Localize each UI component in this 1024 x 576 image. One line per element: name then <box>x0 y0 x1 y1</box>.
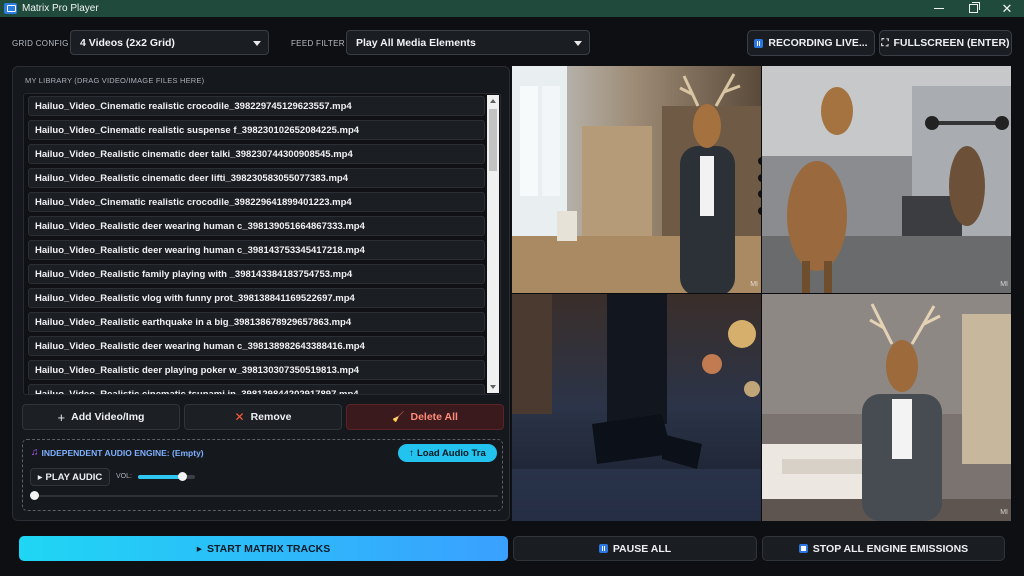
list-item[interactable]: Hailuo_Video_Realistic earthquake in a b… <box>28 312 485 332</box>
upload-icon: ↑ <box>409 447 414 459</box>
grid-config-value: 4 Videos (2x2 Grid) <box>80 36 175 49</box>
delete-all-label: Delete All <box>410 411 458 423</box>
audio-engine-status: INDEPENDENT AUDIO ENGINE: (Empty) <box>41 447 204 458</box>
watermark-label: MI <box>1000 509 1008 516</box>
pause-all-label: PAUSE ALL <box>612 542 672 555</box>
audio-engine-panel: ♫ INDEPENDENT AUDIO ENGINE: (Empty) ↑ Lo… <box>22 439 503 511</box>
audio-engine-title: ♫ INDEPENDENT AUDIO ENGINE: (Empty) <box>31 447 204 458</box>
list-scrollbar[interactable] <box>487 95 499 393</box>
play-audio-label: PLAY AUDIC <box>45 471 103 483</box>
volume-handle[interactable] <box>178 472 188 481</box>
list-item[interactable]: Hailuo_Video_Realistic cinematic deer li… <box>28 168 485 188</box>
window-title: Matrix Pro Player <box>22 3 99 14</box>
start-matrix-label: START MATRIX TRACKS <box>207 542 331 555</box>
feed-filter-select[interactable]: Play All Media Elements <box>346 30 590 55</box>
pause-icon <box>598 544 608 553</box>
list-item[interactable]: Hailuo_Video_Realistic family playing wi… <box>28 264 485 284</box>
pause-icon <box>754 38 764 48</box>
video-tile-2[interactable]: MI <box>762 66 1011 293</box>
video-frame-deer-bedroom <box>762 294 1011 521</box>
scroll-up-icon[interactable] <box>490 99 496 103</box>
window-controls: ✕ <box>922 0 1024 17</box>
library-label: MY LIBRARY (DRAG VIDEO/IMAGE FILES HERE) <box>25 76 205 85</box>
stop-all-label: STOP ALL ENGINE EMISSIONS <box>812 542 969 555</box>
library-list[interactable]: Hailuo_Video_Cinematic realistic crocodi… <box>23 93 501 395</box>
close-button[interactable]: ✕ <box>990 0 1024 17</box>
grid-config-select[interactable]: 4 Videos (2x2 Grid) <box>70 30 269 55</box>
maximize-button[interactable] <box>956 0 990 17</box>
list-item[interactable]: Hailuo_Video_Realistic cinematic tsunami… <box>28 384 485 394</box>
stop-all-button[interactable]: STOP ALL ENGINE EMISSIONS <box>762 536 1005 561</box>
title-bar: Matrix Pro Player ✕ <box>0 0 1024 17</box>
remove-icon: ✕ <box>234 410 245 424</box>
video-tile-4[interactable]: MI <box>762 294 1011 521</box>
fullscreen-button[interactable]: ⛶ FULLSCREEN (ENTER) <box>879 30 1012 56</box>
feed-filter-value: Play All Media Elements <box>356 36 476 49</box>
close-icon: ✕ <box>1001 0 1013 16</box>
remove-button[interactable]: ✕ Remove <box>184 404 342 430</box>
volume-fill <box>138 475 183 479</box>
app-icon <box>4 3 17 14</box>
watermark-label: MI <box>1000 281 1008 288</box>
list-item[interactable]: Hailuo_Video_Realistic cinematic deer ta… <box>28 144 485 164</box>
restore-icon <box>968 2 980 13</box>
plus-icon: + <box>57 409 66 425</box>
feed-filter-label: FEED FILTER <box>291 39 345 48</box>
pause-all-button[interactable]: PAUSE ALL <box>513 536 757 561</box>
scroll-down-icon[interactable] <box>490 385 496 389</box>
video-grid: MI MI MI <box>512 66 1012 521</box>
grid-config-label: GRID CONFIG <box>12 39 69 48</box>
minimize-button[interactable] <box>922 0 956 17</box>
volume-slider[interactable] <box>138 472 195 481</box>
chevron-down-icon <box>574 41 582 46</box>
list-item[interactable]: Hailuo_Video_Realistic vlog with funny p… <box>28 288 485 308</box>
list-item[interactable]: Hailuo_Video_Realistic deer wearing huma… <box>28 336 485 356</box>
add-media-label: Add Video/Img <box>71 411 145 423</box>
play-icon: ▸ <box>37 471 43 483</box>
load-audio-button[interactable]: ↑ Load Audio Tra <box>398 444 497 462</box>
video-tile-3[interactable] <box>512 294 761 521</box>
volume-label: VOL: <box>116 473 132 480</box>
list-item[interactable]: Hailuo_Video_Realistic deer playing poke… <box>28 360 485 380</box>
audio-seek-bar[interactable] <box>31 495 498 497</box>
list-item[interactable]: Hailuo_Video_Cinematic realistic crocodi… <box>28 96 485 116</box>
video-frame-night-street <box>512 294 761 521</box>
start-matrix-button[interactable]: ▸ START MATRIX TRACKS <box>19 536 508 561</box>
recording-button[interactable]: RECORDING LIVE... <box>747 30 875 56</box>
library-panel: MY LIBRARY (DRAG VIDEO/IMAGE FILES HERE)… <box>12 66 510 521</box>
delete-all-button[interactable]: 🧹 Delete All <box>346 404 504 430</box>
recording-label: RECORDING LIVE... <box>768 37 868 49</box>
music-note-icon: ♫ <box>31 447 39 458</box>
remove-label: Remove <box>250 411 292 423</box>
watermark-label: MI <box>750 281 758 288</box>
list-item[interactable]: Hailuo_Video_Cinematic realistic suspens… <box>28 120 485 140</box>
minimize-icon <box>934 8 944 9</box>
broom-icon: 🧹 <box>392 411 405 423</box>
fullscreen-label: FULLSCREEN (ENTER) <box>893 37 1010 49</box>
stop-icon <box>798 544 808 553</box>
audio-seek-handle[interactable] <box>30 491 39 500</box>
play-icon: ▸ <box>196 542 202 555</box>
video-frame-deer-gym <box>762 66 1011 293</box>
video-frame-deer-room <box>512 66 761 293</box>
load-audio-label: Load Audio Tra <box>416 447 486 459</box>
video-tile-1[interactable]: MI <box>512 66 761 293</box>
list-item[interactable]: Hailuo_Video_Cinematic realistic crocodi… <box>28 192 485 212</box>
add-media-button[interactable]: + Add Video/Img <box>22 404 180 430</box>
scroll-thumb[interactable] <box>489 109 497 171</box>
list-item[interactable]: Hailuo_Video_Realistic deer wearing huma… <box>28 240 485 260</box>
play-audio-button[interactable]: ▸ PLAY AUDIC <box>30 468 110 486</box>
list-item[interactable]: Hailuo_Video_Realistic deer wearing huma… <box>28 216 485 236</box>
chevron-down-icon <box>253 41 261 46</box>
fullscreen-icon: ⛶ <box>881 37 889 49</box>
